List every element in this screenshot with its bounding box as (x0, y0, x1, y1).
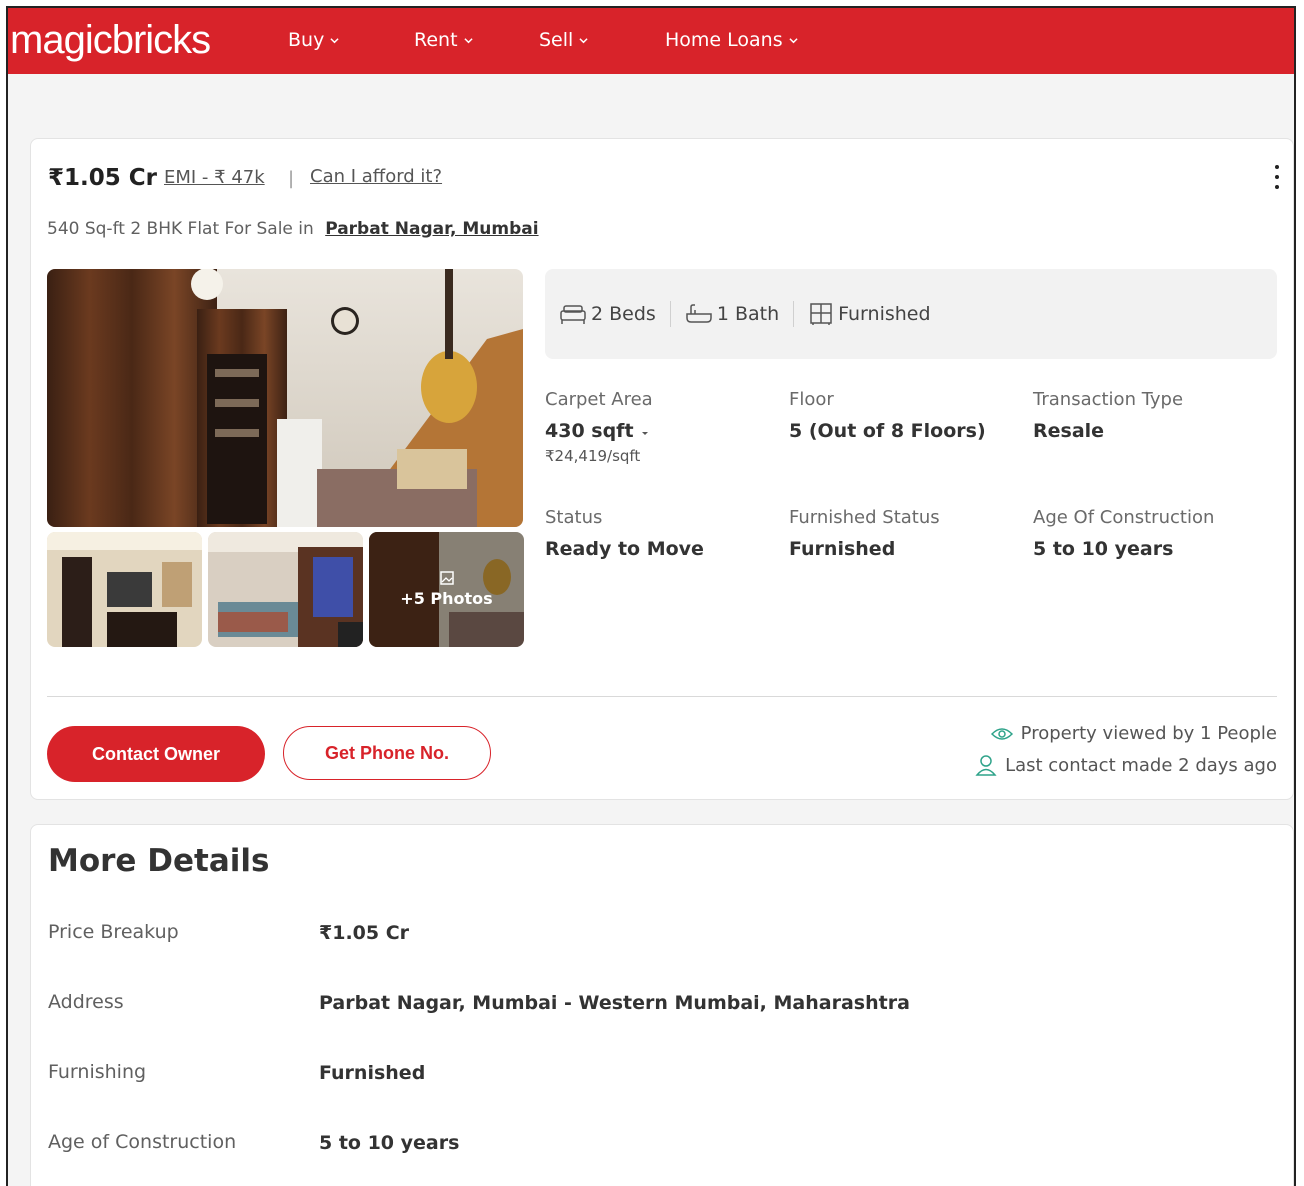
detail-value: Furnished (319, 1062, 426, 1084)
photos-overlay: +5 Photos (369, 532, 524, 647)
views-stat: Property viewed by 1 People (990, 723, 1277, 744)
bath-summary: 1 Bath (671, 303, 793, 325)
nav-home-loans[interactable]: Home Loans (665, 29, 798, 51)
last-contact-stat: Last contact made 2 days ago (975, 754, 1277, 776)
detail-label: Furnishing (48, 1061, 147, 1083)
thumbnail-photo[interactable] (208, 532, 363, 647)
top-navigation-bar: magicbricks Buy Rent Sell Home Loans (8, 8, 1294, 74)
beds-label: 2 Beds (591, 303, 656, 325)
detail-value: 5 to 10 years (319, 1132, 460, 1154)
more-photos-label: +5 Photos (400, 589, 493, 608)
detail-label: Price Breakup (48, 921, 179, 943)
nav-sell[interactable]: Sell (539, 29, 588, 51)
thumbnail-photo[interactable] (47, 532, 202, 647)
beds-summary: 2 Beds (545, 303, 670, 325)
property-price: ₹1.05 Cr (48, 165, 157, 191)
more-photos-thumbnail[interactable]: +5 Photos (369, 532, 524, 647)
more-options-icon[interactable] (1275, 165, 1279, 189)
chevron-down-icon (463, 37, 473, 43)
magicbricks-logo[interactable]: magicbricks (10, 18, 211, 63)
afford-link[interactable]: Can I afford it? (310, 166, 442, 187)
detail-label: Age of Construction (48, 1131, 237, 1153)
chevron-down-icon (789, 37, 798, 43)
furnished-status-label: Furnished Status (789, 507, 940, 528)
property-summary-bar: 2 Beds 1 Bath Furnished (545, 269, 1277, 359)
nav-sell-label: Sell (539, 29, 574, 51)
nav-buy-label: Buy (288, 29, 325, 51)
carpet-area-label: Carpet Area (545, 389, 653, 410)
carpet-area-value[interactable]: 430 sqft (545, 420, 650, 442)
carpet-area-text: 430 sqft (545, 420, 634, 442)
caret-down-icon (642, 432, 649, 435)
carpet-area-rate: ₹24,419/sqft (545, 447, 641, 465)
main-property-photo[interactable] (47, 269, 523, 527)
contact-owner-button[interactable]: Contact Owner (47, 726, 265, 782)
location-link[interactable]: Parbat Nagar, Mumbai (325, 219, 538, 239)
age-of-construction-label: Age Of Construction (1033, 507, 1215, 528)
floor-value: 5 (Out of 8 Floors) (789, 420, 986, 442)
eye-icon (990, 727, 1013, 740)
views-text: Property viewed by 1 People (1020, 723, 1277, 744)
transaction-type-value: Resale (1033, 420, 1105, 442)
transaction-type-label: Transaction Type (1033, 389, 1184, 410)
separator: | (288, 168, 295, 189)
detail-value: Parbat Nagar, Mumbai - Western Mumbai, M… (319, 992, 910, 1014)
chevron-down-icon (579, 37, 588, 43)
nav-buy[interactable]: Buy (288, 29, 339, 51)
user-icon (975, 755, 997, 776)
status-label: Status (545, 507, 603, 528)
furnished-status-value: Furnished (789, 538, 896, 560)
more-details-title: More Details (48, 843, 270, 879)
bed-icon (560, 305, 586, 324)
property-title-text: 540 Sq-ft 2 BHK Flat For Sale in (47, 219, 314, 239)
browser-frame: magicbricks Buy Rent Sell Home Loans ₹1.… (6, 6, 1296, 1186)
bathtub-icon (686, 304, 712, 323)
gallery-icon (439, 571, 454, 585)
nav-home-loans-label: Home Loans (665, 29, 783, 51)
get-phone-button[interactable]: Get Phone No. (283, 726, 491, 780)
emi-link[interactable]: EMI - ₹ 47k (164, 167, 265, 188)
furnished-label: Furnished (838, 303, 931, 325)
wardrobe-icon (810, 303, 832, 325)
more-details-card: More Details Price Breakup ₹1.05 Cr Addr… (30, 824, 1294, 1186)
detail-value: ₹1.05 Cr (319, 922, 410, 944)
age-of-construction-value: 5 to 10 years (1033, 538, 1174, 560)
status-value: Ready to Move (545, 538, 704, 560)
section-divider (47, 696, 1277, 697)
property-title: 540 Sq-ft 2 BHK Flat For Sale in Parbat … (47, 219, 539, 239)
nav-rent-label: Rent (414, 29, 458, 51)
furnished-summary: Furnished (794, 302, 944, 326)
detail-label: Address (48, 991, 124, 1013)
floor-label: Floor (789, 389, 834, 410)
nav-rent[interactable]: Rent (414, 29, 473, 51)
property-card: ₹1.05 Cr EMI - ₹ 47k | Can I afford it? … (30, 138, 1294, 800)
bath-label: 1 Bath (716, 303, 780, 325)
chevron-down-icon (330, 37, 339, 43)
last-contact-text: Last contact made 2 days ago (1005, 754, 1277, 776)
